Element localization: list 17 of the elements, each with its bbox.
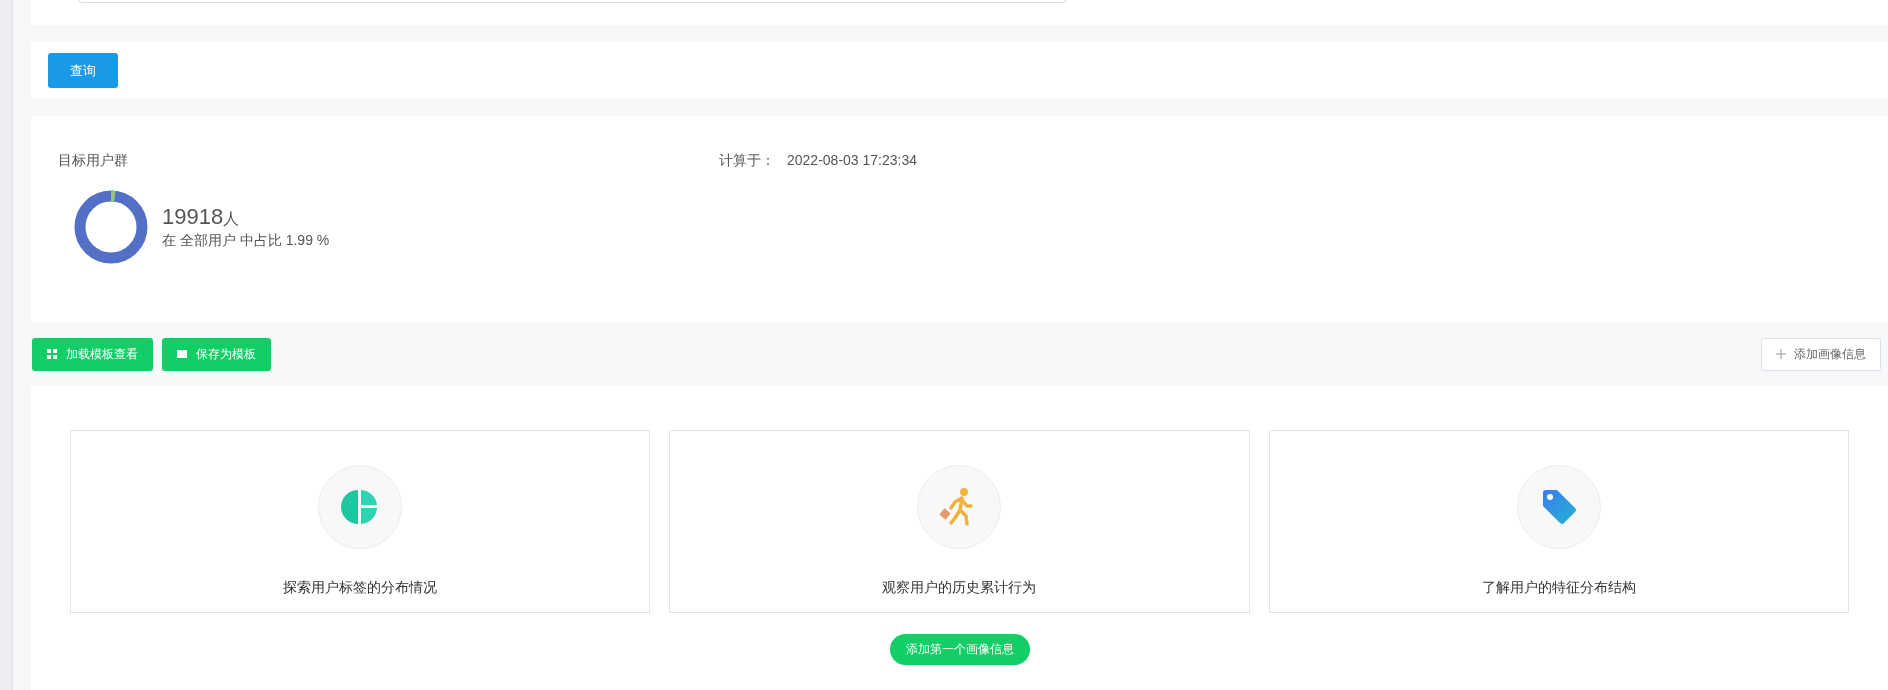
feature-card[interactable]: 观察用户的历史累计行为 <box>669 430 1250 613</box>
group-title: 目标用户群 <box>58 152 129 170</box>
feature-card[interactable]: 探索用户标签的分布情况 <box>70 430 651 613</box>
share-text: 在 全部用户 中占比 1.99 % <box>162 232 330 250</box>
computed-label: 计算于： <box>719 152 775 170</box>
computed-time: 2022-08-03 17:23:34 <box>787 152 917 170</box>
card-label: 了解用户的特征分布结构 <box>1481 579 1636 597</box>
user-count: 19918 <box>162 204 224 229</box>
feature-card[interactable]: 了解用户的特征分布结构 <box>1268 430 1849 613</box>
input-field[interactable] <box>79 0 1066 3</box>
grid-icon <box>47 349 57 359</box>
count-unit: 人 <box>223 210 240 227</box>
card-label: 观察用户的历史累计行为 <box>882 579 1037 597</box>
card-label: 探索用户标签的分布情况 <box>283 579 438 597</box>
book-icon <box>177 349 187 359</box>
plus-icon <box>1776 349 1786 359</box>
add-profile-button[interactable]: 添加画像信息 <box>1761 337 1881 371</box>
